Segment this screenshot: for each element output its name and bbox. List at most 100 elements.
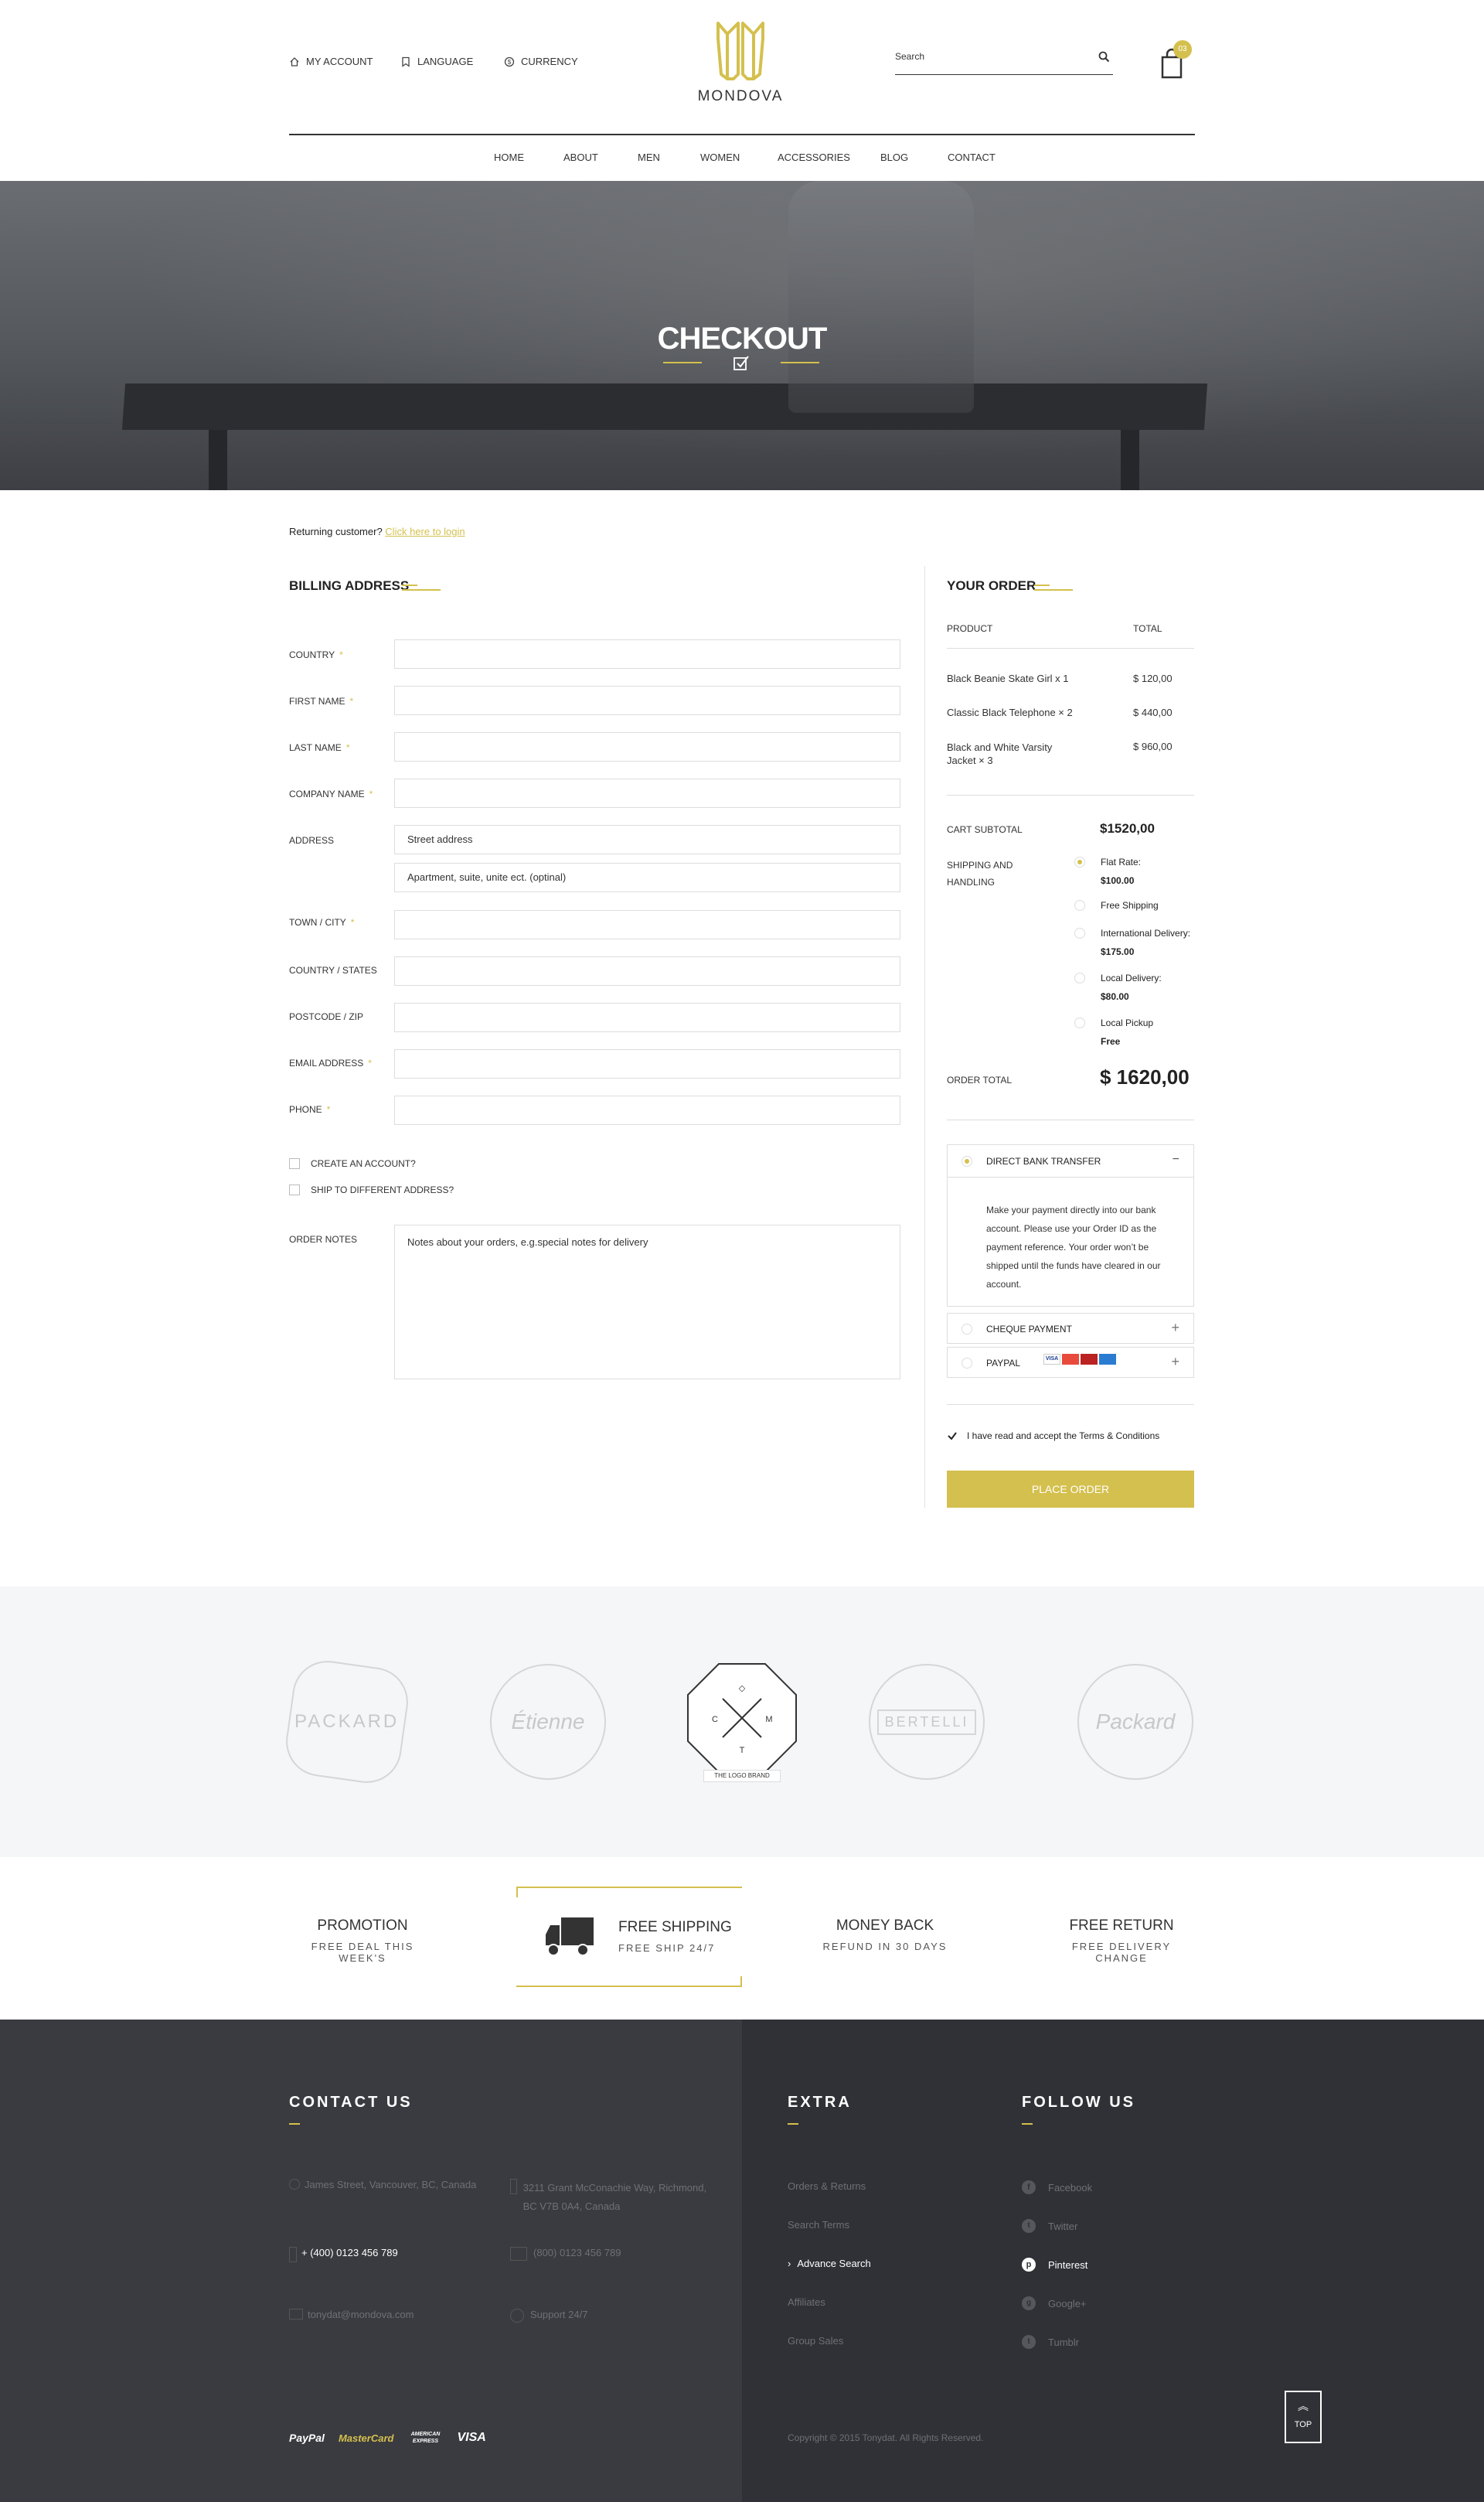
billing-title-decoration (402, 585, 441, 591)
expand-icon[interactable]: + (1171, 1354, 1179, 1370)
apartment-field[interactable]: Apartment, suite, unite ect. (optinal) (394, 863, 900, 892)
paypal-radio[interactable] (962, 1358, 972, 1369)
create-account-box[interactable] (289, 1158, 300, 1169)
extra-link[interactable]: Search Terms (788, 2219, 849, 2231)
nav-home[interactable]: HOME (494, 152, 524, 163)
terms-checkbox[interactable]: I have read and accept the Terms & Condi… (947, 1430, 1159, 1441)
brand-logo-packard[interactable]: PACKARD (281, 1656, 413, 1788)
search-icon[interactable] (1098, 51, 1110, 63)
shipping-option[interactable] (1074, 1018, 1085, 1031)
shipping-radio[interactable] (1074, 928, 1085, 939)
nav-blog[interactable]: BLOG (880, 152, 908, 163)
check-icon[interactable] (947, 1430, 958, 1441)
address-2-text: 3211 Grant McConachie Way, Richmond, BC … (522, 2182, 707, 2212)
phone-field[interactable] (394, 1096, 900, 1125)
search-box[interactable]: Search (895, 48, 1113, 75)
states-field[interactable] (394, 956, 900, 986)
extra-link[interactable]: Group Sales (788, 2335, 843, 2347)
search-input[interactable]: Search (895, 51, 924, 62)
ship-different-box[interactable] (289, 1185, 300, 1195)
payment-paypal-panel[interactable]: PAYPAL VISA + (947, 1347, 1194, 1378)
bank-radio[interactable] (962, 1156, 972, 1167)
main-nav: HOME ABOUT MEN WOMEN ACCESSORIES BLOG CO… (0, 152, 1484, 167)
extra-link[interactable]: Affiliates (788, 2296, 825, 2308)
social-facebook[interactable]: f Facebook (1022, 2180, 1092, 2194)
feature-promotion: PROMOTION FREE DEAL THIS WEEK'S (289, 1917, 436, 1964)
social-pinterest[interactable]: p Pinterest (1022, 2258, 1087, 2272)
street-address-field[interactable]: Street address (394, 825, 900, 854)
map-pin-icon (289, 2179, 300, 2190)
nav-about[interactable]: ABOUT (563, 152, 598, 163)
place-order-button[interactable]: PLACE ORDER (947, 1471, 1194, 1508)
address-2: 3211 Grant McConachie Way, Richmond, BC … (510, 2179, 711, 2216)
shipping-option[interactable] (1074, 857, 1085, 870)
returning-text: Returning customer? (289, 526, 383, 537)
my-account-link[interactable]: MY ACCOUNT (289, 56, 373, 67)
language-link[interactable]: LANGUAGE (400, 56, 473, 67)
first-name-label: FIRST NAME * (289, 696, 354, 707)
postcode-field[interactable] (394, 1003, 900, 1032)
social-label: Facebook (1048, 2181, 1093, 2194)
cart-button[interactable]: 03 (1159, 40, 1192, 79)
expand-icon[interactable]: + (1171, 1320, 1179, 1336)
nav-men[interactable]: MEN (638, 152, 660, 163)
order-item-name: Black Beanie Skate Girl x 1 (947, 673, 1069, 684)
nav-women[interactable]: WOMEN (700, 152, 740, 163)
shipping-option-price: $175.00 (1101, 946, 1135, 957)
country-field[interactable] (394, 639, 900, 669)
shipping-radio[interactable] (1074, 973, 1085, 983)
shipping-option[interactable] (1074, 928, 1085, 941)
pinterest-icon: p (1022, 2258, 1036, 2272)
nav-accessories[interactable]: ACCESSORIES (778, 152, 850, 163)
logo-mark-icon (716, 22, 764, 80)
social-tumblr[interactable]: t Tumblr (1022, 2335, 1079, 2349)
country-label: COUNTRY * (289, 649, 343, 660)
extra-link[interactable]: Orders & Returns (788, 2180, 866, 2192)
social-twitter[interactable]: t Twitter (1022, 2219, 1077, 2233)
twitter-icon: t (1022, 2219, 1036, 2233)
first-name-field[interactable] (394, 686, 900, 715)
nav-contact[interactable]: CONTACT (948, 152, 996, 163)
extra-link-active[interactable]: › Advance Search (788, 2258, 871, 2269)
shipping-option[interactable] (1074, 973, 1085, 986)
cheque-radio[interactable] (962, 1324, 972, 1335)
back-to-top-button[interactable]: ︽ TOP (1285, 2391, 1322, 2443)
create-account-checkbox[interactable]: CREATE AN ACCOUNT? (289, 1158, 416, 1169)
shipping-radio[interactable] (1074, 857, 1085, 868)
collapse-icon[interactable]: − (1173, 1153, 1179, 1167)
brand-logo-ctm[interactable]: ◇ C M T THE LOGO BRAND (680, 1660, 804, 1784)
payment-bank-panel[interactable]: DIRECT BANK TRANSFER − Make your payment… (947, 1144, 1194, 1307)
ship-different-checkbox[interactable]: SHIP TO DIFFERENT ADDRESS? (289, 1185, 454, 1195)
brand-logo-packard-2[interactable]: Packard (1077, 1664, 1193, 1780)
phone-1: + (400) 0123 456 789 (289, 2247, 398, 2262)
address-label: ADDRESS (289, 835, 335, 846)
shipping-radio[interactable] (1074, 1018, 1085, 1028)
mobile-icon (289, 2247, 297, 2262)
bank-header[interactable]: DIRECT BANK TRANSFER − (948, 1145, 1193, 1178)
currency-link[interactable]: $ CURRENCY (504, 56, 578, 67)
follow-title: FOLLOW US (1022, 2094, 1135, 2111)
returning-customer: Returning customer? Click here to login (289, 526, 465, 537)
payment-logos: PayPal MasterCard AMERICAN EXPRESS VISA (289, 2431, 486, 2445)
last-name-field[interactable] (394, 732, 900, 762)
site-logo[interactable]: MONDOVA (694, 20, 787, 105)
company-field[interactable] (394, 779, 900, 808)
brand-logo-etienne[interactable]: Étienne (490, 1664, 606, 1780)
column-divider (924, 566, 925, 1508)
town-field[interactable] (394, 910, 900, 939)
order-item-name: Black and White Varsity Jacket × 3 (947, 741, 1053, 766)
shipping-option[interactable] (1074, 900, 1085, 913)
billing-title: BILLING ADDRESS (289, 578, 410, 593)
login-link[interactable]: Click here to login (385, 526, 465, 537)
payment-cheque-panel[interactable]: CHEQUE PAYMENT + (947, 1313, 1194, 1344)
shipping-radio[interactable] (1074, 900, 1085, 911)
order-notes-field[interactable]: Notes about your orders, e.g.special not… (394, 1225, 900, 1379)
brand-logo-bertelli[interactable]: BERTELLI (869, 1664, 985, 1780)
ship-different-label: SHIP TO DIFFERENT ADDRESS? (311, 1185, 454, 1195)
chevron-up-icon: ︽ (1298, 2400, 1309, 2412)
social-google[interactable]: g Google+ (1022, 2296, 1087, 2310)
phone-2: (800) 0123 456 789 (510, 2247, 621, 2261)
email-field[interactable] (394, 1049, 900, 1079)
email-text[interactable]: tonydat@mondova.com (308, 2309, 414, 2320)
feature-title: PROMOTION (317, 1917, 408, 1934)
